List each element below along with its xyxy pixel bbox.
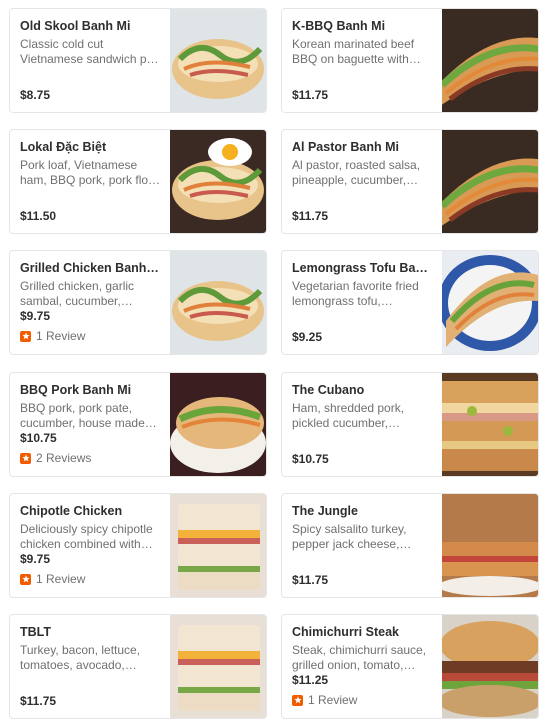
menu-item-photo (170, 373, 266, 476)
menu-item-price: $11.75 (20, 694, 57, 708)
menu-item-name: Lokal Đặc Biệt (20, 140, 107, 154)
menu-item-price: $11.75 (292, 573, 329, 587)
menu-item-photo (170, 615, 266, 718)
menu-item-card[interactable]: Lokal Đặc Biệt Pork loaf, Vietnamese ham… (9, 129, 267, 234)
menu-item-card[interactable]: K-BBQ Banh Mi Korean marinated beef BBQ … (281, 8, 539, 113)
menu-item-card[interactable]: Chimichurri Steak Steak, chimichurri sau… (281, 614, 539, 719)
menu-item-description: Turkey, bacon, lettuce, tomatoes, avocad… (20, 643, 141, 672)
star-icon (20, 452, 31, 464)
menu-item-card[interactable]: TBLT Turkey, bacon, lettuce, tomatoes, a… (9, 614, 267, 719)
menu-item-price: $9.75 (20, 309, 51, 323)
menu-item-photo (170, 251, 266, 354)
menu-item-photo (170, 9, 266, 112)
menu-item-price: $10.75 (20, 431, 57, 445)
menu-item-description: Korean marinated beef BBQ on baguette wi… (292, 37, 421, 66)
menu-item-price: $8.75 (20, 88, 51, 102)
review-count-label: 2 Reviews (36, 451, 92, 465)
review-count[interactable]: 1 Review (20, 572, 85, 586)
menu-item-description: Ham, shredded pork, pickled cucumber, Sw… (292, 401, 405, 430)
menu-item-description: Classic cold cut Vietnamese sandwich p… (20, 37, 159, 66)
menu-item-price: $11.50 (20, 209, 57, 223)
menu-item-photo (442, 373, 538, 476)
menu-item-description: Vegetarian favorite fried lemongrass tof… (292, 279, 419, 308)
menu-item-card[interactable]: Grilled Chicken Banh Mi Grilled chicken,… (9, 250, 267, 355)
menu-item-price: $11.25 (292, 673, 329, 687)
menu-item-card[interactable]: Lemongrass Tofu Ban… Vegetarian favorite… (281, 250, 539, 355)
menu-item-photo (170, 494, 266, 597)
menu-item-name: K-BBQ Banh Mi (292, 19, 386, 33)
menu-item-photo (442, 251, 538, 354)
menu-item-card[interactable]: BBQ Pork Banh Mi BBQ pork, pork pate, cu… (9, 372, 267, 477)
star-icon (20, 330, 31, 342)
star-icon (292, 694, 303, 706)
menu-item-card[interactable]: Al Pastor Banh Mi Al pastor, roasted sal… (281, 129, 539, 234)
menu-item-card[interactable]: Chipotle Chicken Deliciously spicy chipo… (9, 493, 267, 598)
menu-item-description: Deliciously spicy chipotle chicken combi… (20, 522, 153, 551)
review-count-label: 1 Review (36, 329, 86, 343)
menu-item-name: Lemongrass Tofu Ban… (292, 261, 434, 275)
menu-item-price: $11.75 (292, 88, 329, 102)
menu-item-card[interactable]: Old Skool Banh Mi Classic cold cut Vietn… (9, 8, 267, 113)
menu-item-name: BBQ Pork Banh Mi (20, 383, 132, 397)
menu-item-name: The Cubano (292, 383, 365, 397)
menu-item-price: $11.75 (292, 209, 329, 223)
menu-item-price: $9.75 (20, 552, 51, 566)
menu-item-name: TBLT (20, 625, 52, 639)
menu-item-name: Grilled Chicken Banh Mi (20, 261, 162, 275)
review-count[interactable]: 1 Review (292, 693, 357, 707)
review-count-label: 1 Review (308, 693, 358, 707)
menu-item-photo (442, 615, 538, 718)
menu-item-price: $9.25 (292, 330, 323, 344)
menu-item-description: BBQ pork, pork pate, cucumber, house mad… (20, 401, 157, 430)
menu-item-photo (442, 494, 538, 597)
menu-item-photo (170, 130, 266, 233)
menu-item-photo (442, 9, 538, 112)
menu-item-name: The Jungle (292, 504, 358, 518)
menu-item-description: Spicy salsalito turkey, pepper jack chee… (292, 522, 412, 551)
review-count-label: 1 Review (36, 572, 86, 586)
menu-item-description: Al pastor, roasted salsa, pineapple, cuc… (292, 158, 421, 187)
menu-item-name: Chimichurri Steak (292, 625, 399, 639)
menu-item-description: Pork loaf, Vietnamese ham, BBQ pork, por… (20, 158, 161, 187)
menu-item-description: Steak, chimichurri sauce, grilled onion,… (292, 643, 427, 672)
menu-item-card[interactable]: The Jungle Spicy salsalito turkey, peppe… (281, 493, 539, 598)
review-count[interactable]: 1 Review (20, 329, 85, 343)
review-count[interactable]: 2 Reviews (20, 451, 91, 465)
menu-item-name: Chipotle Chicken (20, 504, 123, 518)
menu-item-price: $10.75 (292, 452, 329, 466)
menu-item-photo (442, 130, 538, 233)
menu-item-name: Old Skool Banh Mi (20, 19, 131, 33)
star-icon (20, 573, 31, 585)
menu-item-card[interactable]: The Cubano Ham, shredded pork, pickled c… (281, 372, 539, 477)
menu-item-name: Al Pastor Banh Mi (292, 140, 399, 154)
menu-item-description: Grilled chicken, garlic sambal, cucumber… (20, 279, 135, 308)
